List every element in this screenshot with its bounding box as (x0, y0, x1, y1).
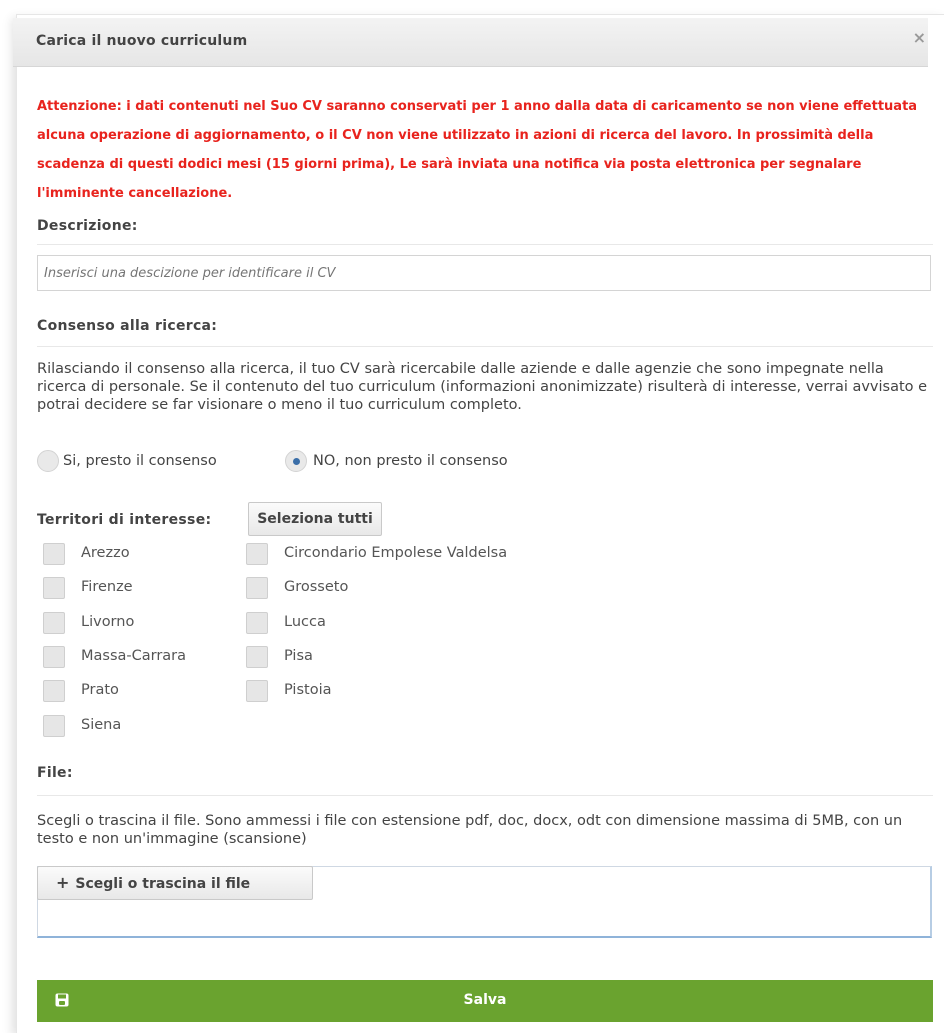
checkbox-label-circondario: Circondario Empolese Valdelsa (284, 545, 508, 561)
close-icon[interactable]: × (913, 28, 926, 47)
checkbox-grosseto[interactable] (246, 577, 268, 599)
checkbox-label-prato: Prato (81, 682, 119, 698)
checkbox-label-arezzo: Arezzo (81, 545, 130, 561)
plus-icon: + (56, 873, 70, 892)
checkbox-firenze[interactable] (43, 577, 65, 599)
divider (37, 795, 933, 796)
territories-label: Territori di interesse: (37, 512, 212, 528)
retention-warning: Attenzione: i dati contenuti nel Suo CV … (37, 99, 918, 201)
consent-no-label: NO, non presto il consenso (313, 453, 508, 469)
select-all-button[interactable]: Seleziona tutti (248, 502, 382, 536)
description-input[interactable] (37, 255, 931, 291)
dialog-title: Carica il nuovo curriculum (36, 33, 248, 49)
checkbox-siena[interactable] (43, 715, 65, 737)
save-button[interactable]: Salva (37, 980, 933, 1022)
file-help-text: Scegli o trascina il file. Sono ammessi … (37, 813, 903, 847)
checkbox-arezzo[interactable] (43, 543, 65, 565)
checkbox-circondario-empolese-valdelsa[interactable] (246, 543, 268, 565)
dialog-titlebar: Carica il nuovo curriculum × (13, 18, 928, 67)
checkbox-lucca[interactable] (246, 612, 268, 634)
checkbox-label-massa-carrara: Massa-Carrara (81, 648, 187, 664)
checkbox-pistoia[interactable] (246, 680, 268, 702)
checkbox-label-pistoia: Pistoia (284, 682, 332, 698)
divider (37, 346, 933, 347)
checkbox-label-pisa: Pisa (284, 648, 313, 664)
consent-yes-radio[interactable] (37, 450, 59, 472)
description-label: Descrizione: (37, 218, 138, 234)
consent-no-radio[interactable] (285, 450, 307, 472)
checkbox-massa-carrara[interactable] (43, 646, 65, 668)
consent-description: Rilasciando il consenso alla ricerca, il… (37, 361, 928, 413)
checkbox-label-grosseto: Grosseto (284, 579, 349, 595)
consent-yes-label: Si, presto il consenso (63, 453, 217, 469)
checkbox-label-livorno: Livorno (81, 614, 135, 630)
checkbox-label-siena: Siena (81, 717, 122, 733)
checkbox-livorno[interactable] (43, 612, 65, 634)
checkbox-pisa[interactable] (246, 646, 268, 668)
checkbox-prato[interactable] (43, 680, 65, 702)
choose-file-label: Scegli o trascina il file (75, 876, 251, 892)
save-label: Salva (463, 992, 507, 1008)
checkbox-label-firenze: Firenze (81, 579, 133, 595)
checkbox-label-lucca: Lucca (284, 614, 326, 630)
consent-label: Consenso alla ricerca: (37, 318, 218, 334)
file-label: File: (37, 765, 73, 781)
divider (37, 244, 933, 245)
choose-file-button[interactable]: + Scegli o trascina il file (37, 866, 313, 900)
